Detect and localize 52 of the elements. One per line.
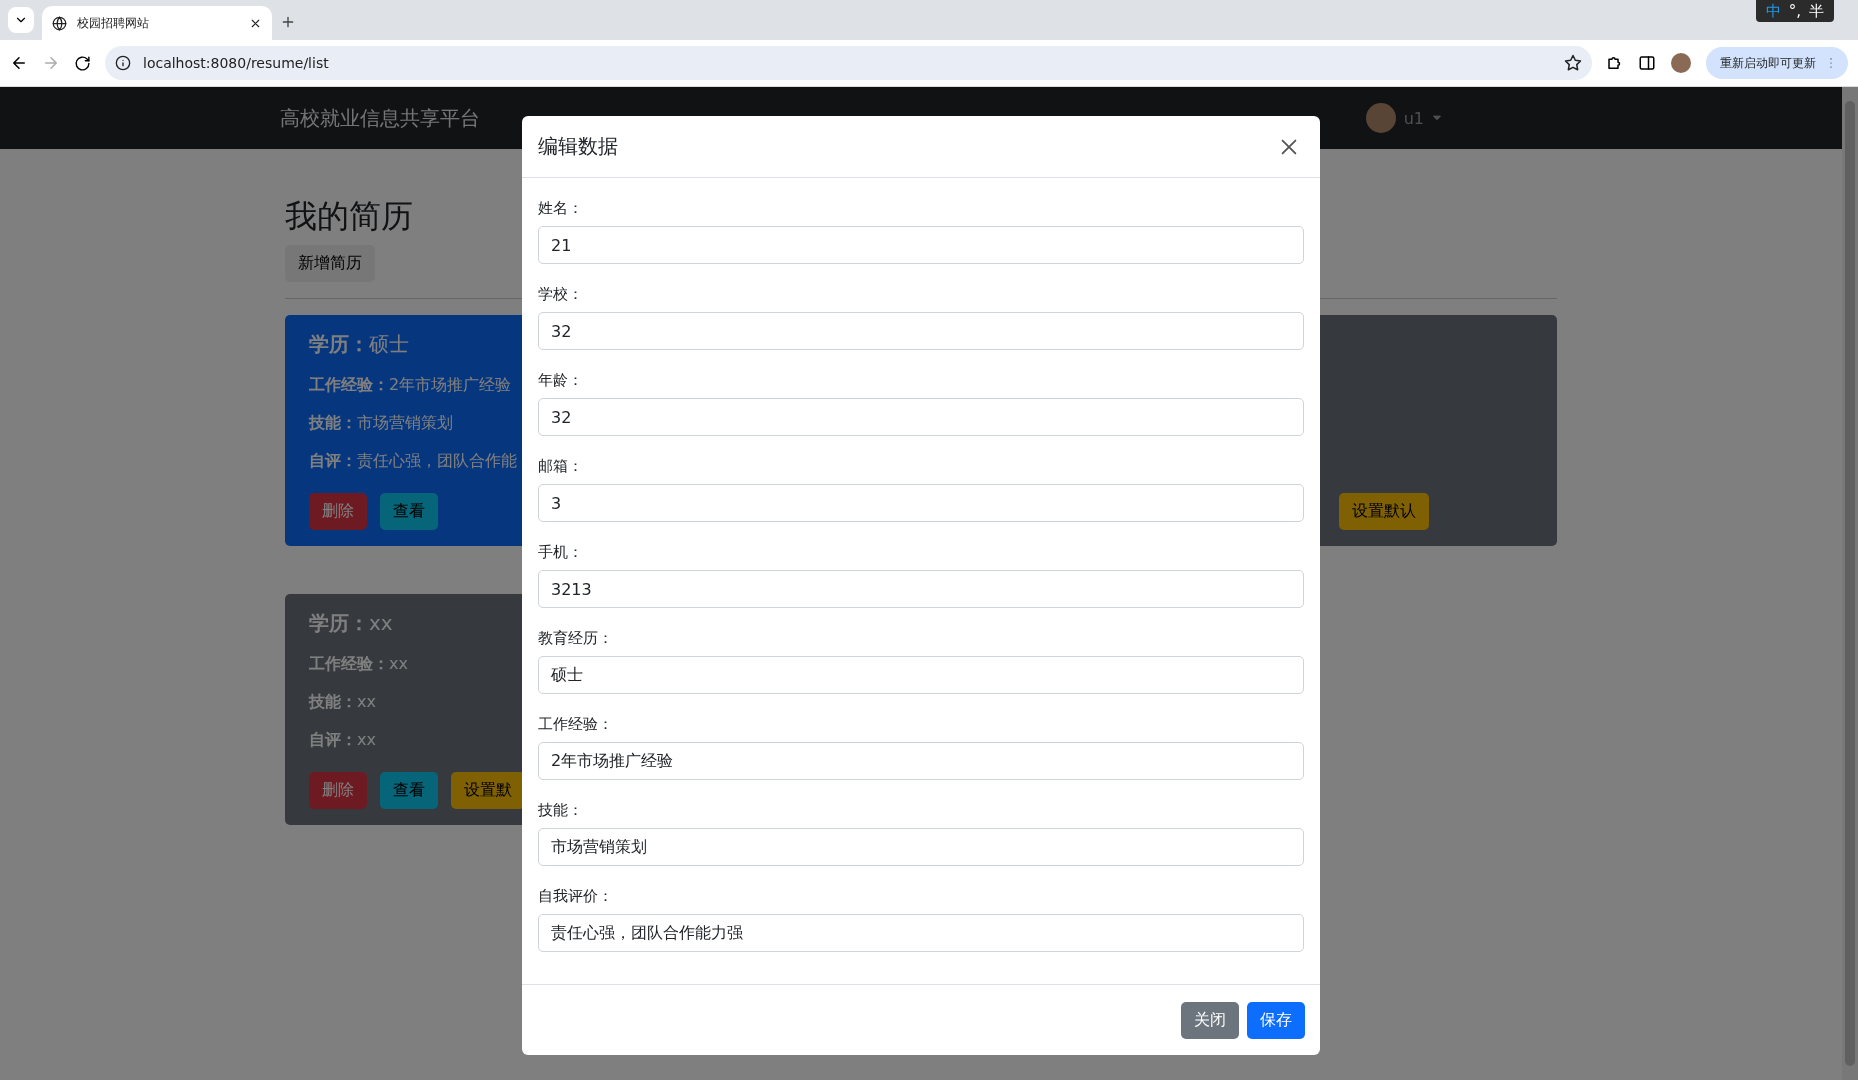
field-label: 年龄： [538, 370, 584, 391]
dialog-button[interactable]: 保存 [1247, 1002, 1305, 1039]
input-field[interactable]: 市场营销策划 [538, 828, 1304, 866]
browser-tab[interactable]: 校园招聘网站 [42, 6, 272, 40]
field-label: 邮箱： [538, 456, 584, 477]
address-bar[interactable]: localhost:8080/resume/list [105, 46, 1592, 80]
resume-field: 学历：硕士 [309, 331, 409, 358]
field-label: 学校： [538, 284, 584, 305]
ime-indicator[interactable]: 中 [1765, 1, 1781, 21]
info-icon [115, 55, 131, 71]
resume-field: 技能：xx [309, 692, 376, 713]
input-field[interactable]: 21 [538, 226, 1304, 264]
resume-field: 自评：xx [309, 730, 376, 751]
resume-field: 学历：xx [309, 610, 393, 637]
globe-icon [52, 15, 67, 31]
update-button[interactable]: 重新启动即可更新 [1706, 47, 1848, 79]
input-field[interactable]: 2年市场推广经验 [538, 742, 1304, 780]
reload-icon[interactable] [74, 54, 91, 72]
add-resume-button[interactable]: 新增简历 [285, 245, 375, 282]
ime-indicator[interactable]: 半 [1809, 1, 1824, 21]
url-text: localhost:8080/resume/list [143, 55, 330, 71]
plus-icon[interactable] [280, 14, 296, 30]
card-button[interactable]: 设置默认 [1339, 493, 1429, 530]
input-field[interactable]: 32 [538, 312, 1304, 350]
profile-avatar[interactable] [1670, 52, 1692, 74]
resume-field: 技能：市场营销策划 [309, 413, 453, 434]
dialog-title: 编辑数据 [538, 133, 618, 160]
field-label: 技能： [538, 800, 584, 821]
side-panel-icon[interactable] [1638, 54, 1656, 72]
field-label: 手机： [538, 542, 584, 563]
field-label: 自我评价： [538, 886, 614, 907]
field-label: 工作经验： [538, 714, 614, 735]
input-field[interactable]: 32 [538, 398, 1304, 436]
dialog-button[interactable]: 关闭 [1181, 1002, 1239, 1039]
page-title: 我的简历 [285, 196, 413, 237]
input-field[interactable]: 3213 [538, 570, 1304, 608]
input-field[interactable]: 3 [538, 484, 1304, 522]
resume-field: 自评：责任心强，团队合作能 [309, 451, 517, 472]
star-icon[interactable] [1564, 54, 1582, 72]
field-label: 姓名： [538, 198, 584, 219]
brand-title[interactable]: 高校就业信息共享平台 [280, 104, 480, 132]
resume-field: 工作经验：2年市场推广经验 [309, 375, 512, 396]
input-field[interactable]: 责任心强，团队合作能力强 [538, 914, 1304, 952]
tab-search-button[interactable] [8, 7, 34, 33]
scrollbar[interactable] [1842, 87, 1858, 1080]
input-field[interactable]: 硕士 [538, 656, 1304, 694]
back-icon[interactable] [10, 54, 28, 72]
ime-indicator[interactable]: °, [1788, 2, 1801, 20]
resume-field: 工作经验：xx [309, 654, 408, 675]
card-button[interactable]: 设置默 [451, 772, 525, 809]
field-label: 教育经历： [538, 628, 614, 649]
tab-title: 校园招聘网站 [77, 14, 150, 32]
